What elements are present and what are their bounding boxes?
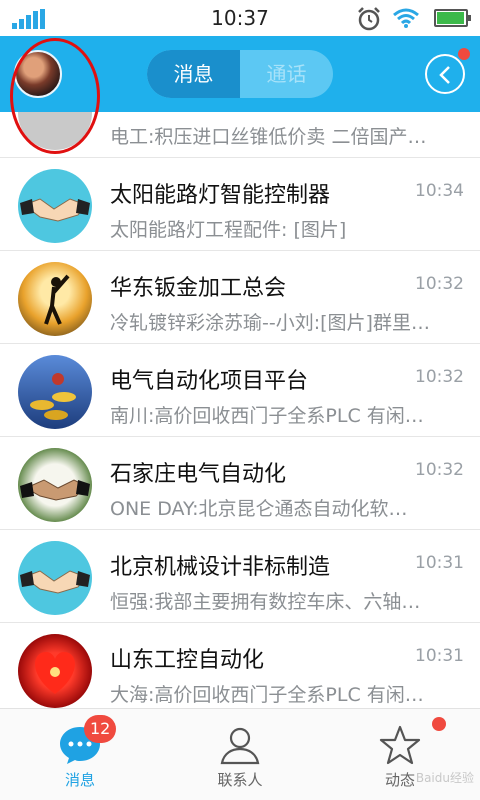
tab-label: 消息 (64, 771, 95, 789)
heart-avatar (18, 634, 92, 708)
list-item[interactable]: 北京机械设计非标制造 10:31 恒强:我部主要拥有数控车床、六轴… (0, 531, 480, 623)
conversation-preview: 恒强:我部主要拥有数控车床、六轴… (110, 591, 421, 613)
tab-calls[interactable]: 通话 (240, 50, 333, 98)
tab-feed[interactable]: 动态 Baidu经验 (320, 709, 480, 800)
conversation-preview: 太阳能路灯工程配件: [图片] (110, 219, 347, 241)
conversation-name: 太阳能路灯智能控制器 (110, 183, 331, 208)
conversation-name: 华东钣金加工总会 (110, 276, 287, 301)
conversation-time: 10:32 (415, 274, 464, 294)
conversation-time: 10:31 (415, 646, 464, 666)
conversation-time: 10:32 (415, 460, 464, 480)
wifi-icon (393, 8, 419, 28)
tab-label: 联系人 (217, 771, 263, 789)
battery-icon (434, 9, 471, 27)
conversation-name: 北京机械设计非标制造 (110, 555, 331, 580)
conversation-preview: 南川:高价回收西门子全系PLC 有闲… (110, 405, 424, 427)
tab-messages[interactable]: 消息 (147, 50, 240, 98)
message-call-switch: 消息 通话 (147, 50, 333, 98)
back-button[interactable] (425, 54, 465, 94)
conversation-name: 石家庄电气自动化 (110, 462, 287, 487)
list-item[interactable]: 山东工控自动化 10:31 大海:高价回收西门子全系PLC 有闲… (0, 624, 480, 708)
conversation-preview: 电工:积压进口丝锥低价卖 二倍国产… (110, 126, 427, 148)
conversation-preview: 大海:高价回收西门子全系PLC 有闲… (110, 684, 424, 706)
notification-dot (458, 48, 470, 60)
list-item[interactable]: 太阳能路灯智能控制器 10:34 太阳能路灯工程配件: [图片] (0, 159, 480, 251)
tab-contacts[interactable]: 联系人 (160, 709, 320, 800)
status-bar: 10:37 (0, 0, 480, 36)
tab-messages-bottom[interactable]: 12 消息 (0, 709, 160, 800)
golfer-avatar (18, 262, 92, 336)
conversation-time: 10:34 (415, 181, 464, 201)
alarm-icon (358, 7, 380, 31)
handshake-photo-avatar (18, 448, 92, 522)
watermark: Baidu经验 (415, 771, 474, 785)
conversation-name: 电气自动化项目平台 (110, 369, 309, 394)
list-item[interactable]: 电气自动化项目平台 10:32 南川:高价回收西门子全系PLC 有闲… (0, 345, 480, 437)
unread-badge: 12 (84, 715, 117, 743)
contact-icon (220, 727, 260, 765)
conversation-preview: ONE DAY:北京昆仑通态自动化软… (110, 498, 408, 520)
handshake-avatar (18, 541, 92, 615)
conversation-time: 10:32 (415, 367, 464, 387)
notification-dot (432, 717, 446, 731)
list-item[interactable]: 华东钣金加工总会 10:32 冷轧镀锌彩涂苏瑜--小刘:[图片]群里… (0, 252, 480, 344)
conversation-name: 山东工控自动化 (110, 648, 265, 673)
chevron-left-icon (439, 66, 450, 84)
conversation-time: 10:31 (415, 553, 464, 573)
annotation-ellipse (10, 38, 100, 154)
coins-avatar (18, 355, 92, 429)
bottom-tab-bar: 12 消息 联系人 动态 Baidu经验 (0, 708, 480, 800)
star-icon (379, 725, 421, 765)
handshake-avatar (18, 169, 92, 243)
conversation-list[interactable]: 电工:积压进口丝锥低价卖 二倍国产… 太阳能路灯智能控制器 10:34 太阳能路… (0, 112, 480, 708)
list-item[interactable]: 石家庄电气自动化 10:32 ONE DAY:北京昆仑通态自动化软… (0, 438, 480, 530)
conversation-preview: 冷轧镀锌彩涂苏瑜--小刘:[图片]群里… (110, 312, 430, 334)
